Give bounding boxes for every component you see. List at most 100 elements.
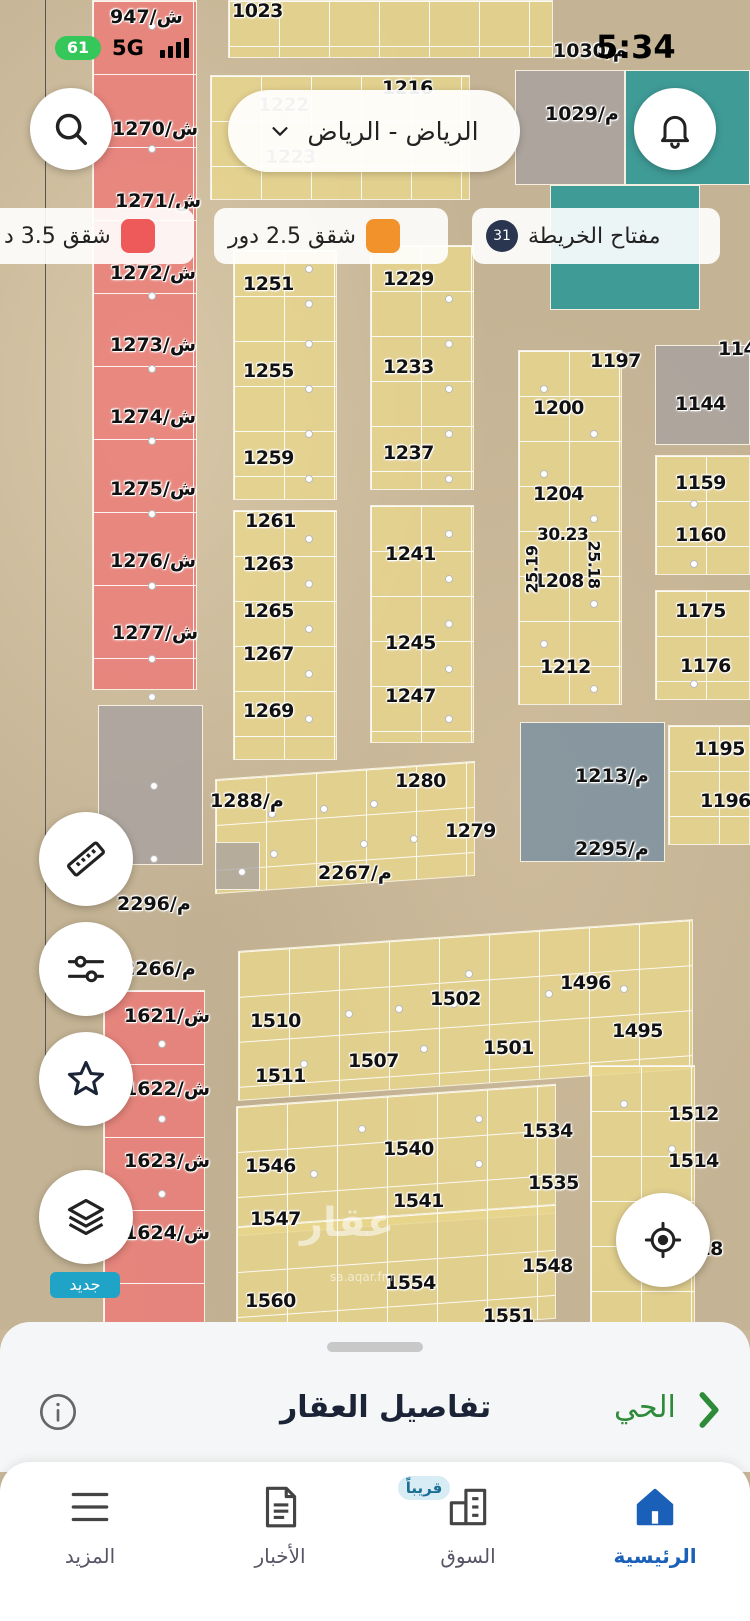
plot-label[interactable]: 1160 bbox=[675, 524, 726, 546]
plot-label[interactable]: 1540 bbox=[383, 1138, 434, 1160]
plot-label[interactable]: 1251 bbox=[243, 273, 294, 295]
plot-label[interactable]: 1245 bbox=[385, 632, 436, 654]
plot-label[interactable]: 1263 bbox=[243, 553, 294, 575]
info-button[interactable] bbox=[38, 1392, 78, 1436]
notifications-button[interactable] bbox=[634, 88, 716, 170]
filter-button[interactable] bbox=[39, 922, 133, 1016]
legend-chip-apartments-3-5[interactable]: شقق 3.5 د bbox=[0, 208, 194, 264]
plot-label[interactable]: 1507 bbox=[348, 1050, 399, 1072]
plot-label[interactable]: 1200 bbox=[533, 397, 584, 419]
plot-dot bbox=[305, 625, 313, 633]
plot-label[interactable]: 1512 bbox=[668, 1103, 719, 1125]
plot-label[interactable]: 1261 bbox=[245, 510, 296, 532]
favorites-button[interactable] bbox=[39, 1032, 133, 1126]
plot-label[interactable]: 1535 bbox=[528, 1172, 579, 1194]
tab-bar: الرئيسية السوق الأخبار المزيد bbox=[0, 1462, 750, 1621]
plot-label[interactable]: 1269 bbox=[243, 700, 294, 722]
plot-label[interactable]: 1195 bbox=[694, 738, 745, 760]
city-selector[interactable]: الرياض - الرياض bbox=[228, 90, 520, 172]
plot-label[interactable]: 1624/ش bbox=[124, 1222, 211, 1244]
plot-label[interactable]: 1196 bbox=[700, 790, 750, 812]
plot-label[interactable]: 1495 bbox=[612, 1020, 663, 1042]
plot-label[interactable]: 1276/ش bbox=[110, 550, 197, 572]
menu-icon bbox=[71, 1492, 109, 1522]
plot-label[interactable]: 1288/م bbox=[210, 790, 284, 812]
property-details-sheet[interactable]: تفاصيل العقار الحي bbox=[0, 1322, 750, 1472]
plot-label[interactable]: 1502 bbox=[430, 988, 481, 1010]
plot-dot bbox=[305, 535, 313, 543]
plot-label[interactable]: 1144 bbox=[675, 393, 726, 415]
plot-label[interactable]: 1548 bbox=[522, 1255, 573, 1277]
plot-label[interactable]: 1176 bbox=[680, 655, 731, 677]
plot-label[interactable]: 1213/م bbox=[575, 765, 649, 787]
new-badge: جديد bbox=[50, 1272, 120, 1298]
plot-label[interactable]: 1279 bbox=[445, 820, 496, 842]
plot-label[interactable]: 1237 bbox=[383, 442, 434, 464]
plot-label[interactable]: 1197 bbox=[590, 350, 641, 372]
plot-label[interactable]: 1029/م bbox=[545, 103, 619, 125]
plot-label[interactable]: 1265 bbox=[243, 600, 294, 622]
signal-icon bbox=[160, 38, 189, 58]
plot-label[interactable]: 1280 bbox=[395, 770, 446, 792]
plot-label[interactable]: 1511 bbox=[255, 1065, 306, 1087]
plot-label[interactable]: 1247 bbox=[385, 685, 436, 707]
layers-button[interactable] bbox=[39, 1170, 133, 1264]
plot-label[interactable]: 2266/م bbox=[122, 958, 196, 980]
search-button[interactable] bbox=[30, 88, 112, 170]
plot-label[interactable]: 1547 bbox=[250, 1208, 301, 1230]
plot-label[interactable]: 1212 bbox=[540, 656, 591, 678]
sheet-drag-handle[interactable] bbox=[327, 1342, 423, 1352]
plot-block-yellow[interactable] bbox=[370, 505, 474, 743]
plot-label[interactable]: 1255 bbox=[243, 360, 294, 382]
tab-label: الرئيسية bbox=[613, 1544, 697, 1568]
plot-label[interactable]: 1272/ش bbox=[110, 262, 197, 284]
map-canvas[interactable]: 947/ش 1023 1030/م 1029/م 1216 1222 1223 … bbox=[0, 0, 750, 1330]
plot-label[interactable]: 1175 bbox=[675, 600, 726, 622]
plot-label[interactable]: 1534 bbox=[522, 1120, 573, 1142]
plot-dot bbox=[358, 1125, 366, 1133]
locate-me-button[interactable] bbox=[616, 1193, 710, 1287]
buildings-icon bbox=[449, 1488, 487, 1526]
plot-label[interactable]: 1501 bbox=[483, 1037, 534, 1059]
plot-label[interactable]: 114 bbox=[718, 338, 750, 360]
plot-label[interactable]: 1496 bbox=[560, 972, 611, 994]
plot-label[interactable]: 2267/م bbox=[318, 862, 392, 884]
plot-label[interactable]: 1510 bbox=[250, 1010, 301, 1032]
plot-label[interactable]: 1229 bbox=[383, 268, 434, 290]
plot-label[interactable]: 2295/م bbox=[575, 838, 649, 860]
plot-block-grey[interactable] bbox=[515, 70, 625, 185]
plot-dot bbox=[148, 655, 156, 663]
plot-label[interactable]: 1204 bbox=[533, 483, 584, 505]
neighborhood-link[interactable]: الحي bbox=[614, 1390, 676, 1425]
plot-label[interactable]: 1541 bbox=[393, 1190, 444, 1212]
measure-button[interactable] bbox=[39, 812, 133, 906]
plot-label[interactable]: 947/ش bbox=[110, 6, 183, 28]
plot-block-grey[interactable] bbox=[215, 842, 260, 890]
plot-label[interactable]: 1241 bbox=[385, 543, 436, 565]
legend-chip-apartments-2-5[interactable]: شقق 2.5 دور bbox=[214, 208, 448, 264]
bell-icon bbox=[661, 115, 689, 149]
plot-block-yellow[interactable] bbox=[233, 510, 337, 760]
plot-label[interactable]: 1274/ش bbox=[110, 406, 197, 428]
plot-label[interactable]: 1259 bbox=[243, 447, 294, 469]
plot-label[interactable]: 2296/م bbox=[117, 893, 191, 915]
plot-label[interactable]: 1273/ش bbox=[110, 334, 197, 356]
plot-label[interactable]: 1159 bbox=[675, 472, 726, 494]
plot-label[interactable]: 1622/ش bbox=[124, 1078, 211, 1100]
plot-label[interactable]: 1233 bbox=[383, 356, 434, 378]
plot-label[interactable]: 1275/ش bbox=[110, 478, 197, 500]
red-swatch-icon bbox=[120, 219, 155, 253]
plot-label[interactable]: 1546 bbox=[245, 1155, 296, 1177]
chevron-right-icon[interactable] bbox=[694, 1390, 724, 1434]
plot-label[interactable]: 1267 bbox=[243, 643, 294, 665]
plot-label[interactable]: 1560 bbox=[245, 1290, 296, 1312]
plot-dot bbox=[620, 1100, 628, 1108]
plot-label[interactable]: 1621/ش bbox=[124, 1005, 211, 1027]
plot-label[interactable]: 1023 bbox=[232, 0, 283, 22]
plot-label[interactable]: 1270/ش bbox=[112, 118, 199, 140]
plot-label[interactable]: 1623/ش bbox=[124, 1150, 211, 1172]
map-key-chip[interactable]: 31 مفتاح الخريطة bbox=[472, 208, 720, 264]
map-key-count: 31 bbox=[486, 220, 518, 252]
plot-label[interactable]: 1514 bbox=[668, 1150, 719, 1172]
plot-label[interactable]: 1277/ش bbox=[112, 622, 199, 644]
